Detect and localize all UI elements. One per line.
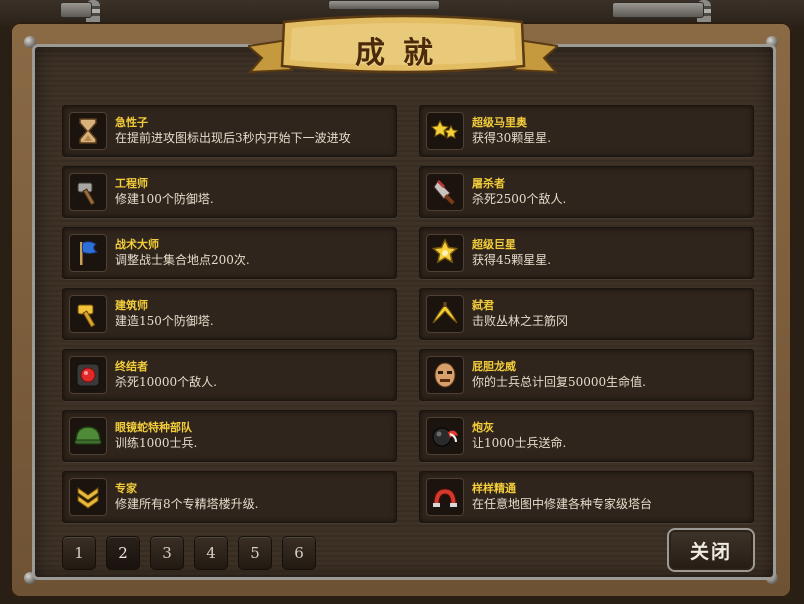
achievement-title: 屁胆龙威 [472,360,516,373]
achievement-card: 建筑师建造150个防御塔. [62,288,397,340]
achievement-card: 眼镜蛇特种部队 训练1000士兵. [62,410,397,462]
page-selector: 123456 [62,536,316,570]
achievement-card: 屠杀者杀死2500个敌人. [419,166,754,218]
achievement-title: 战术大师 [115,238,159,251]
achievement-description: 建造150个防御塔. [115,314,214,328]
achievement-description: 在任意地图中修建各种专家级塔台 [472,497,653,511]
achievement-title: 超级巨星 [472,238,516,251]
achievement-description: 击败丛林之王筋冈 [472,314,569,328]
achievement-card: 工程师修建100个防御塔. [62,166,397,218]
achievement-card: 屁胆龙威你的士兵总计回复50000生命值. [419,349,754,401]
achievement-title: 屠杀者 [472,177,505,190]
page-button-1[interactable]: 1 [62,536,96,570]
stars-icon [426,112,464,150]
hammer-icon [69,173,107,211]
helmet-icon [69,417,107,455]
cannonball-icon [426,417,464,455]
achievement-card: 弑君击败丛林之王筋冈 [419,288,754,340]
achievement-card: 超级巨星获得45颗星星. [419,227,754,279]
face-icon [426,356,464,394]
title-banner: 成就 [248,12,558,86]
page-title: 成就 [355,36,451,71]
achievement-title: 超级马里奥 [472,116,527,129]
achievement-description: 修建所有8个专精塔楼升级. [115,497,259,511]
achievement-card: 超级马里奥获得30颗星星. [419,105,754,157]
achievement-description: 杀死2500个敌人. [472,192,567,206]
achievement-title: 建筑师 [115,299,148,312]
page-button-4[interactable]: 4 [194,536,228,570]
close-button[interactable]: 关闭 [667,528,755,572]
gold-hammer-icon [69,295,107,333]
banana-icon [426,295,464,333]
achievement-title: 急性子 [115,116,148,129]
red-button-icon [69,356,107,394]
achievement-title: 终结者 [115,360,148,373]
achievement-description: 获得45颗星星. [472,253,552,267]
achievement-card: 样样精通在任意地图中修建各种专家级塔台 [419,471,754,523]
page-button-3[interactable]: 3 [150,536,184,570]
page-button-2[interactable]: 2 [106,536,140,570]
achievement-title: 炮灰 [472,421,494,434]
achievement-description: 在提前进攻图标出现后3秒内开始下一波进攻 [115,131,351,145]
achievement-title: 专家 [115,482,137,495]
page-button-6[interactable]: 6 [282,536,316,570]
achievement-description: 训练1000士兵. [115,436,198,450]
bracket-left [60,2,92,18]
achievement-title: 样样精通 [472,482,516,495]
achievement-description: 修建100个防御塔. [115,192,214,206]
achievement-title: 弑君 [472,299,494,312]
achievement-title: 眼镜蛇特种部队 [115,421,192,434]
chevron-rank-icon [69,478,107,516]
magnet-icon [426,478,464,516]
achievement-card: 战术大师调整战士集合地点200次. [62,227,397,279]
achievement-description: 杀死10000个敌人. [115,375,217,389]
bracket-right [612,2,704,18]
achievement-card: 专家修建所有8个专精塔楼升级. [62,471,397,523]
big-star-icon [426,234,464,272]
hourglass-icon [69,112,107,150]
achievement-card: 急性子在提前进攻图标出现后3秒内开始下一波进攻 [62,105,397,157]
achievement-card: 终结者杀死10000个敌人. [62,349,397,401]
achievement-description: 获得30颗星星. [472,131,552,145]
cleaver-icon [426,173,464,211]
achievement-card: 炮灰让1000士兵送命. [419,410,754,462]
page-button-5[interactable]: 5 [238,536,272,570]
achievement-description: 让1000士兵送命. [472,436,567,450]
achievement-description: 调整战士集合地点200次. [115,253,250,267]
achievement-grid: 急性子 在提前进攻图标出现后3秒内开始下一波进攻 超级马里奥 获得30颗星星. 工程师修… [62,105,754,523]
achievement-title: 工程师 [115,177,148,190]
flag-icon [69,234,107,272]
achievement-description: 你的士兵总计回复50000生命值. [472,375,646,389]
bracket-center [328,0,440,10]
